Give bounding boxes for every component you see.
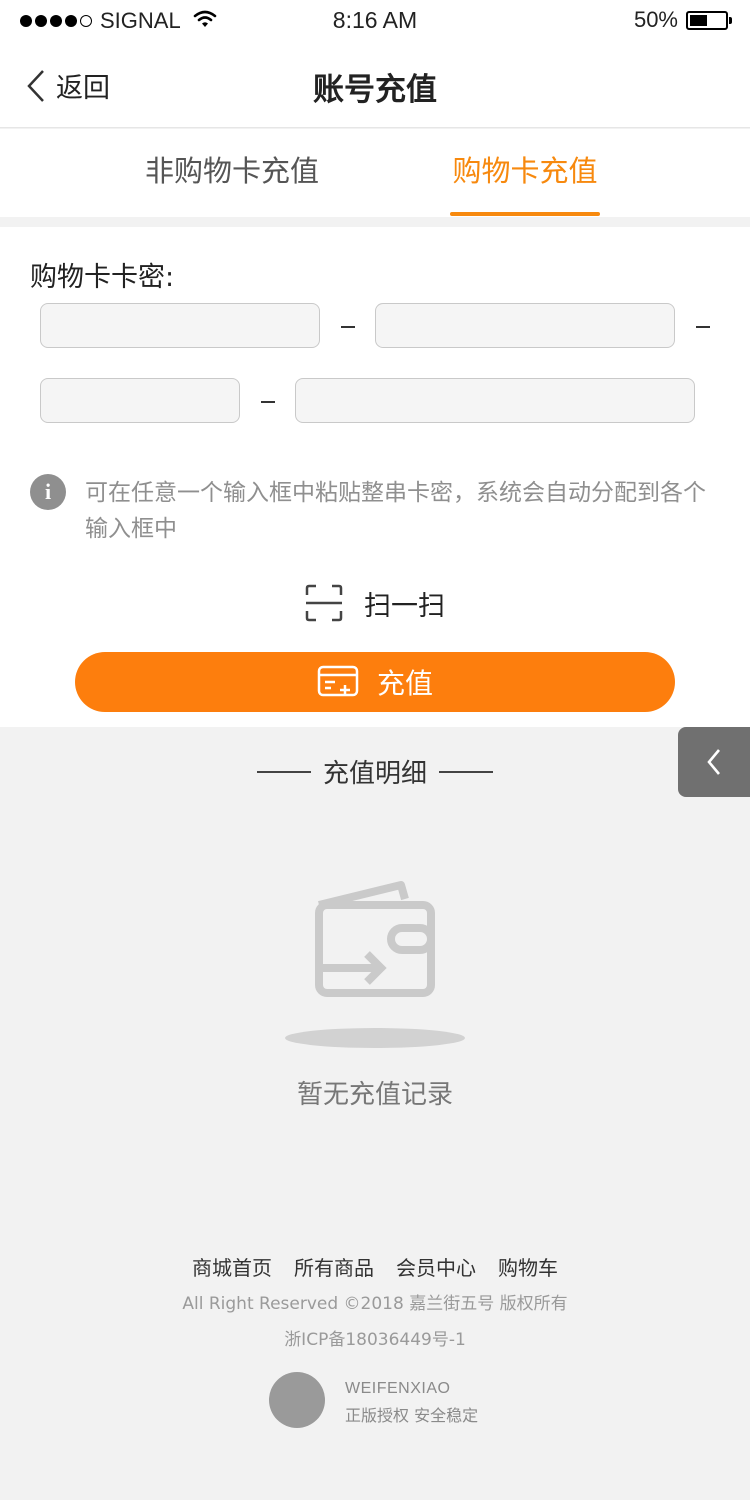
battery-fill bbox=[690, 14, 707, 26]
card-form: 购物卡卡密: i 可在任意一个输入框中粘贴整串卡密，系统会自动分配到各个 输入框… bbox=[0, 227, 750, 727]
paste-hint-line-1: 可在任意一个输入框中粘贴整串卡密，系统会自动分配到各个 bbox=[85, 480, 706, 506]
brand-logo bbox=[269, 1372, 325, 1428]
brand-tagline: 正版授权 安全稳定 bbox=[345, 1406, 479, 1425]
active-tab-indicator bbox=[450, 212, 600, 216]
page-title: 账号充值 bbox=[313, 72, 437, 108]
card-code-field-4[interactable] bbox=[295, 378, 695, 423]
paste-hint-line-2: 输入框中 bbox=[85, 516, 177, 542]
card-add-icon bbox=[317, 665, 359, 697]
tab-non-shopping-card[interactable]: 非购物卡充值 bbox=[82, 129, 382, 217]
status-right: 50% bbox=[633, 7, 732, 33]
recharge-details-heading: 充值明细 bbox=[0, 753, 750, 790]
card-code-field-1[interactable] bbox=[40, 303, 320, 348]
recharge-button-label: 充值 bbox=[376, 668, 433, 699]
footer-link-home[interactable]: 商城首页 bbox=[192, 1252, 272, 1281]
wallet-shadow bbox=[285, 1028, 465, 1048]
tab-shopping-card[interactable]: 购物卡充值 bbox=[375, 129, 675, 217]
back-label: 返回 bbox=[56, 73, 110, 104]
status-bar: SIGNAL 8:16 AM 50% bbox=[0, 0, 750, 42]
scan-button[interactable]: 扫一扫 bbox=[304, 583, 445, 623]
card-code-field-3[interactable] bbox=[40, 378, 240, 423]
back-button[interactable]: 返回 bbox=[26, 66, 110, 105]
info-icon: i bbox=[30, 474, 66, 510]
recharge-details-title: 充值明细 bbox=[322, 759, 427, 789]
separator-dash bbox=[341, 326, 355, 328]
scan-icon bbox=[305, 584, 343, 622]
footer-link-all-products[interactable]: 所有商品 bbox=[294, 1252, 374, 1281]
separator-dash bbox=[696, 326, 710, 328]
card-code-field-2[interactable] bbox=[375, 303, 675, 348]
footer-links: 商城首页 所有商品 会员中心 购物车 bbox=[0, 1252, 750, 1281]
footer-link-cart[interactable]: 购物车 bbox=[498, 1252, 558, 1281]
recharge-button[interactable]: 充值 bbox=[75, 652, 675, 712]
wallet-icon bbox=[315, 881, 435, 997]
scan-label: 扫一扫 bbox=[364, 590, 445, 622]
recharge-tabs: 非购物卡充值 购物卡充值 bbox=[0, 129, 750, 217]
nav-bar: 返回 账号充值 bbox=[0, 42, 750, 128]
brand-name: WEIFENXIAO bbox=[345, 1380, 451, 1397]
heading-rule bbox=[439, 770, 493, 773]
card-password-label: 购物卡卡密: bbox=[30, 262, 175, 293]
heading-rule bbox=[256, 770, 311, 773]
battery-percentage: 50% bbox=[633, 7, 678, 32]
icp-license: 浙ICP备18036449号-1 bbox=[284, 1330, 466, 1350]
copyright-text: All Right Reserved ©2018 嘉兰街五号 版权所有 bbox=[182, 1294, 568, 1314]
empty-records-text: 暂无充值记录 bbox=[296, 1080, 453, 1110]
separator-dash bbox=[261, 401, 275, 403]
paste-hint: 可在任意一个输入框中粘贴整串卡密，系统会自动分配到各个 输入框中 bbox=[85, 475, 745, 547]
back-chevron-icon bbox=[27, 69, 44, 102]
footer-link-member-center[interactable]: 会员中心 bbox=[396, 1252, 476, 1281]
battery-icon bbox=[686, 10, 732, 30]
